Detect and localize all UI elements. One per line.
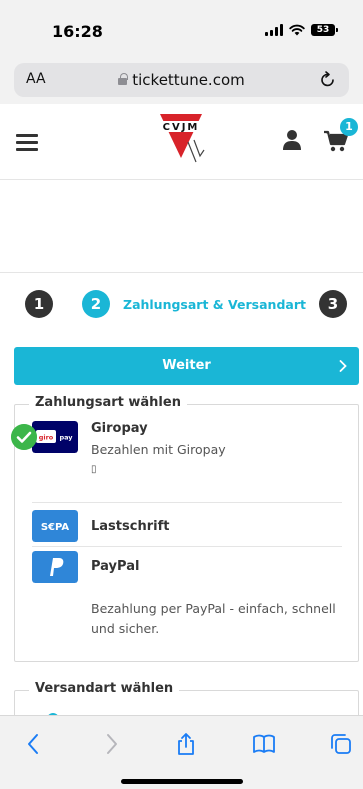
status-icons: 53 <box>265 24 338 36</box>
svg-text:giro: giro <box>39 434 54 442</box>
forward-arrow-icon[interactable] <box>99 732 123 756</box>
step-2-indicator: 2 <box>82 290 110 318</box>
giropay-description: Bezahlen mit Giropay <box>91 442 226 457</box>
lastschrift-name: Lastschrift <box>91 519 170 534</box>
paypal-description: Bezahlung per PayPal - einfach, schnell … <box>91 601 336 636</box>
payment-option-giropay[interactable]: giro pay Giropay Bezahlen mit Giropay ▯ <box>15 419 358 499</box>
giropay-extra: ▯ <box>91 464 97 475</box>
lock-icon <box>118 73 128 85</box>
svg-text:S€PA: S€PA <box>41 522 70 533</box>
browser-toolbar <box>0 715 363 789</box>
payment-option-paypal[interactable]: PayPal Bezahlung per PayPal - einfach, s… <box>15 549 358 649</box>
continue-button-label: Weiter <box>162 358 211 373</box>
payment-divider <box>32 546 342 547</box>
hamburger-icon[interactable] <box>16 134 38 151</box>
selected-check-icon <box>11 424 37 450</box>
share-icon[interactable] <box>174 732 198 756</box>
giropay-name: Giropay <box>91 421 148 436</box>
back-arrow-icon[interactable] <box>22 732 46 756</box>
steps-divider <box>0 272 363 273</box>
giropay-logo: giro pay <box>32 421 78 453</box>
payment-method-section: Zahlungsart wählen giro pay Giropay Beza… <box>14 395 359 662</box>
browser-address-area: AA tickettune.com <box>0 56 363 104</box>
step-3-indicator: 3 <box>319 290 347 318</box>
payment-method-legend: Zahlungsart wählen <box>29 395 187 410</box>
shipping-method-legend: Versandart wählen <box>29 681 180 696</box>
battery-icon: 53 <box>311 24 338 36</box>
paypal-name: PayPal <box>91 559 140 574</box>
payment-option-lastschrift[interactable]: S€PA Lastschrift <box>15 507 358 545</box>
address-bar[interactable]: AA tickettune.com <box>14 63 349 97</box>
bookmarks-icon[interactable] <box>252 732 276 756</box>
wifi-icon <box>289 24 305 36</box>
home-indicator <box>121 779 243 784</box>
payment-divider <box>32 502 342 503</box>
reload-icon[interactable] <box>319 69 337 89</box>
status-time: 16:28 <box>52 22 103 41</box>
step-2-label: Zahlungsart & Versandart <box>123 297 306 312</box>
svg-text:pay: pay <box>59 434 73 442</box>
continue-button[interactable]: Weiter <box>14 347 359 385</box>
cart-count-badge[interactable]: 1 <box>340 118 358 136</box>
chevron-right-icon <box>339 360 347 372</box>
svg-text:CVJM: CVJM <box>163 122 200 133</box>
site-header: CVJM 1 <box>0 104 363 180</box>
tabs-icon[interactable] <box>329 732 353 756</box>
cellular-signal-icon <box>265 24 283 36</box>
sepa-logo: S€PA <box>32 510 78 542</box>
step-1-indicator[interactable]: 1 <box>25 290 53 318</box>
user-icon[interactable] <box>282 129 302 151</box>
cvjm-logo[interactable]: CVJM <box>160 112 216 164</box>
status-bar: 16:28 53 <box>0 0 363 56</box>
paypal-logo <box>32 551 78 583</box>
url-text: tickettune.com <box>132 71 245 89</box>
url-display[interactable]: tickettune.com <box>14 71 349 89</box>
